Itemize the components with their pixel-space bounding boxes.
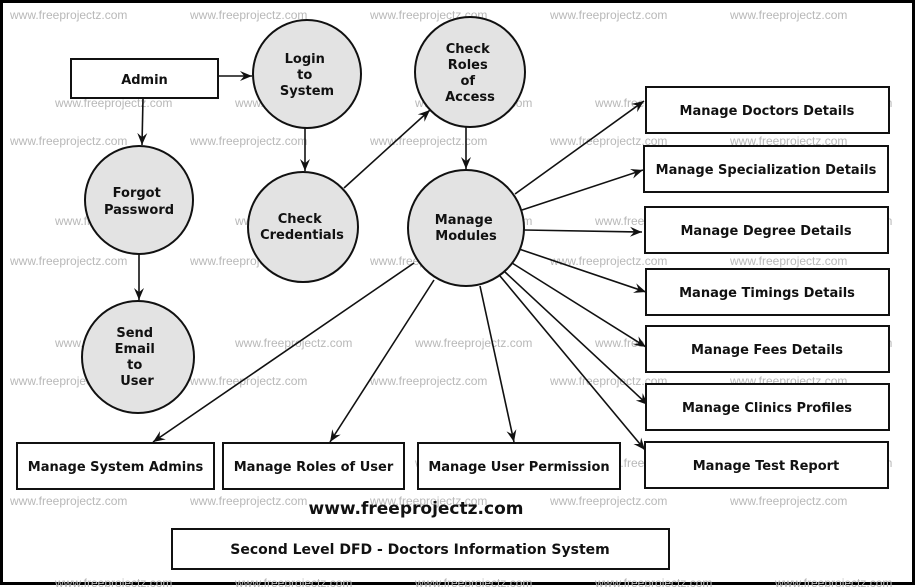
process-forgot-password[interactable]: Forgot Password bbox=[84, 145, 194, 255]
diagram-title-box: Second Level DFD - Doctors Information S… bbox=[171, 528, 670, 570]
watermark-text: www.freeprojectz.com bbox=[189, 134, 307, 148]
module-doctors[interactable]: Manage Doctors Details bbox=[645, 86, 890, 134]
watermark-text: www.freeprojectz.com bbox=[9, 134, 127, 148]
watermark-text: www.freeprojectz.com bbox=[729, 8, 847, 22]
site-label[interactable]: www.freeprojectz.com bbox=[309, 499, 524, 519]
watermark-text: www.freeprojectz.com bbox=[594, 576, 712, 587]
watermark-text: www.freeprojectz.com bbox=[9, 8, 127, 22]
watermark-text: www.freeprojectz.com bbox=[369, 134, 487, 148]
watermark-text: www.freeprojectz.com bbox=[729, 254, 847, 268]
process-check-roles[interactable]: Check Roles of Access bbox=[414, 16, 526, 128]
process-manage-modules[interactable]: Manage Modules bbox=[407, 169, 525, 287]
watermark-text: www.freeprojectz.com bbox=[549, 8, 667, 22]
watermark-text: www.freeprojectz.com bbox=[414, 336, 532, 350]
watermark-text: www.freeprojectz.com bbox=[369, 374, 487, 388]
process-manage-modules-label: Manage Modules bbox=[435, 213, 497, 244]
module-roles-label: Manage Roles of User bbox=[234, 460, 394, 475]
module-doctors-label: Manage Doctors Details bbox=[680, 104, 855, 119]
entity-admin[interactable]: Admin bbox=[70, 58, 219, 99]
dfd-diagram: www.freeprojectz.com www.freeprojectz.com… bbox=[0, 0, 915, 587]
watermark-text: www.freeprojectz.com bbox=[549, 494, 667, 508]
watermark-text: www.freeprojectz.com bbox=[54, 576, 172, 587]
process-send-email[interactable]: Send Email to User bbox=[81, 300, 195, 414]
module-timings-label: Manage Timings Details bbox=[679, 286, 855, 301]
module-degree[interactable]: Manage Degree Details bbox=[644, 206, 889, 254]
module-test-report-label: Manage Test Report bbox=[693, 459, 840, 474]
module-clinics-label: Manage Clinics Profiles bbox=[682, 401, 852, 416]
module-system-admins[interactable]: Manage System Admins bbox=[16, 442, 215, 490]
watermark-text: www.freeprojectz.com bbox=[234, 336, 352, 350]
watermark-text: www.freeprojectz.com bbox=[9, 254, 127, 268]
watermark-text: www.freeprojectz.com bbox=[774, 576, 892, 587]
process-check-credentials[interactable]: Check Credentials bbox=[247, 171, 359, 283]
module-system-admins-label: Manage System Admins bbox=[28, 460, 204, 475]
watermark-text: www.freeprojectz.com bbox=[234, 576, 352, 587]
module-specialization[interactable]: Manage Specialization Details bbox=[643, 145, 889, 193]
module-permission[interactable]: Manage User Permission bbox=[417, 442, 621, 490]
entity-admin-label: Admin bbox=[121, 73, 168, 88]
module-degree-label: Manage Degree Details bbox=[680, 224, 851, 239]
watermark-text: www.freeprojectz.com bbox=[189, 8, 307, 22]
module-clinics[interactable]: Manage Clinics Profiles bbox=[645, 383, 890, 431]
watermark-text: www.freeprojectz.com bbox=[9, 494, 127, 508]
module-permission-label: Manage User Permission bbox=[428, 460, 609, 475]
watermark-text: www.freeprojectz.com bbox=[729, 494, 847, 508]
watermark-text: www.freeprojectz.com bbox=[414, 576, 532, 587]
module-timings[interactable]: Manage Timings Details bbox=[645, 268, 890, 316]
module-roles[interactable]: Manage Roles of User bbox=[222, 442, 405, 490]
module-fees-label: Manage Fees Details bbox=[691, 343, 843, 358]
process-login[interactable]: Login to System bbox=[252, 19, 362, 129]
watermark-text: www.freeprojectz.com bbox=[189, 494, 307, 508]
module-fees[interactable]: Manage Fees Details bbox=[645, 325, 890, 373]
diagram-title: Second Level DFD - Doctors Information S… bbox=[230, 542, 609, 558]
module-test-report[interactable]: Manage Test Report bbox=[644, 441, 889, 489]
module-specialization-label: Manage Specialization Details bbox=[656, 163, 877, 178]
